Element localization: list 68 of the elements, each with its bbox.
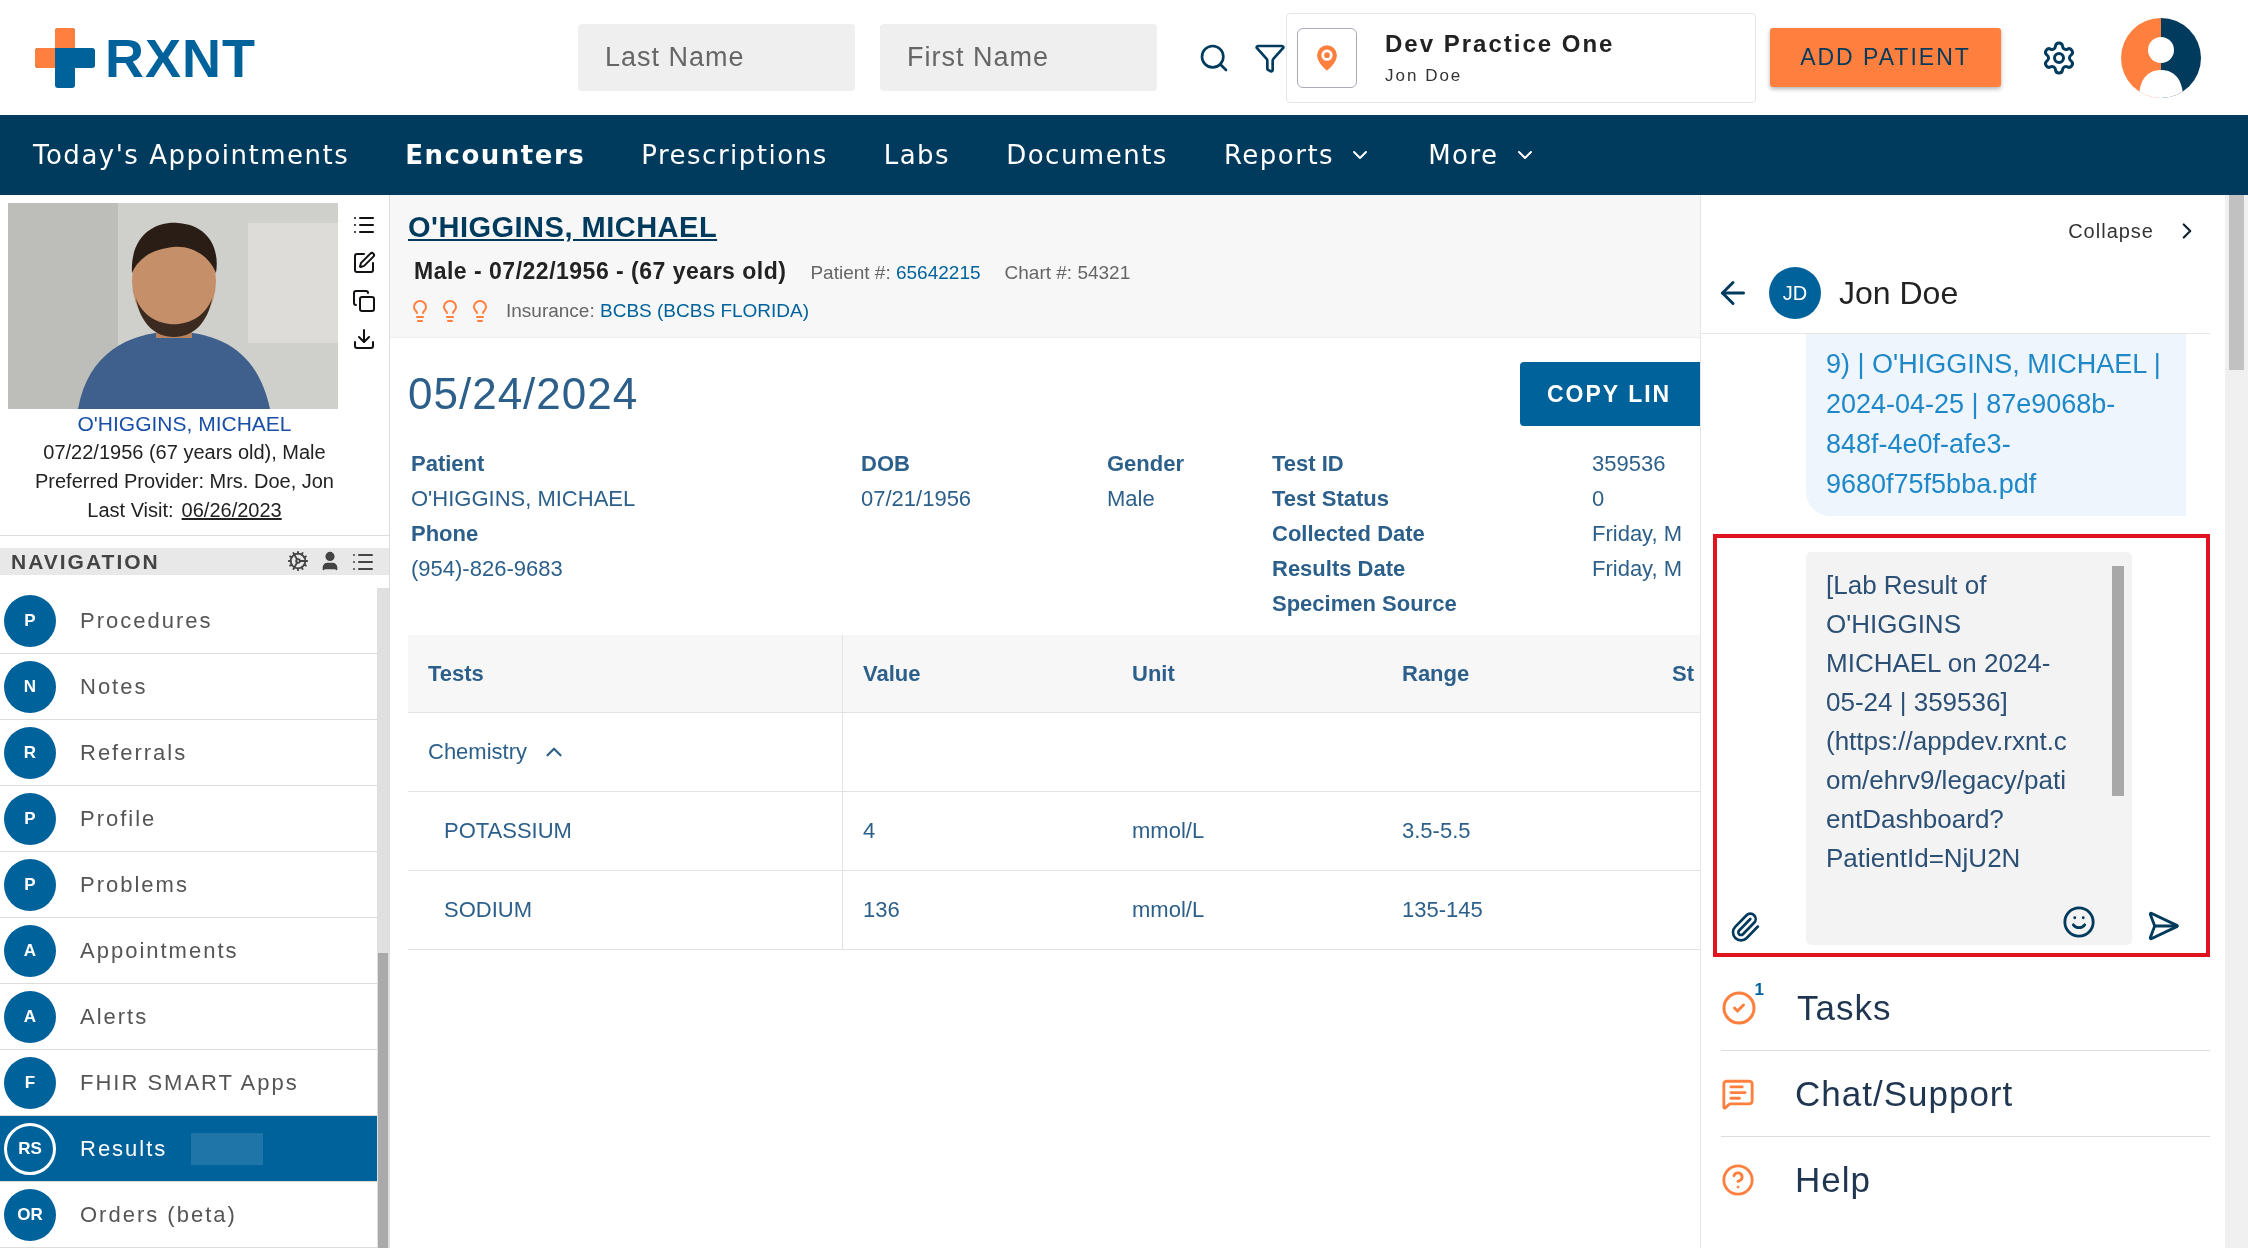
table-cell-text: 3.5-5.5 bbox=[1401, 817, 1472, 845]
navigation-title: NAVIGATION bbox=[11, 549, 160, 574]
table-cell-text: 135-145 bbox=[1401, 896, 1484, 924]
column-header: Value bbox=[842, 635, 1112, 712]
table-cell: 4 bbox=[842, 792, 1112, 870]
field-value: O'HIGGINS, MICHAEL bbox=[411, 485, 637, 513]
menu-tab[interactable]: More bbox=[1428, 140, 1537, 170]
field-value: (954)-826-9683 bbox=[411, 555, 564, 583]
column-header: Tests bbox=[427, 659, 485, 688]
field-label: Results Date bbox=[1272, 555, 1407, 583]
menu-tab[interactable]: Encounters bbox=[405, 140, 586, 170]
practice-user: Jon Doe bbox=[1385, 65, 1464, 86]
practice-selector[interactable]: Dev Practice One Jon Doe bbox=[1286, 12, 1756, 103]
column-header: St bbox=[1671, 659, 1695, 688]
chart-number: Chart #: 54321 bbox=[1004, 262, 1131, 284]
panel-link[interactable]: Chat/Support bbox=[1721, 1051, 2210, 1137]
patient-details: 07/22/1956 (67 years old), Male bbox=[42, 440, 327, 465]
patient-summary: Male - 07/22/1956 - (67 years old) bbox=[414, 258, 787, 285]
table-cell-text: mmol/L bbox=[1131, 896, 1206, 924]
table-cell-text: SODIUM bbox=[443, 896, 533, 924]
navigation-item[interactable]: RS Results bbox=[0, 1116, 378, 1182]
panel-link[interactable]: Help bbox=[1721, 1137, 2210, 1223]
contact-avatar: JD bbox=[1769, 267, 1821, 319]
field-value: Friday, M bbox=[1592, 520, 1684, 548]
insurance: Insurance: BCBS (BCBS FLORIDA) bbox=[506, 300, 810, 322]
table-cell-text: mmol/L bbox=[1131, 817, 1206, 845]
column-header: Range bbox=[1401, 659, 1471, 688]
last-visit-label: Last Visit: bbox=[87, 499, 174, 521]
result-date: 05/24/2024 bbox=[408, 369, 639, 419]
panel-link[interactable]: 1 Tasks bbox=[1721, 965, 2210, 1051]
table-cell: 136 bbox=[842, 871, 1112, 949]
practice-name: Dev Practice One bbox=[1385, 29, 1615, 58]
field-label: Test Status bbox=[1272, 485, 1390, 513]
menu-tab[interactable]: Today's Appointments bbox=[33, 140, 350, 170]
logo-text: RXNT bbox=[105, 26, 256, 89]
field-value: 359536 bbox=[1592, 450, 1667, 478]
patient-name: O'HIGGINS, MICHAEL bbox=[76, 411, 293, 437]
field-value: 07/21/1956 bbox=[861, 485, 973, 513]
field-label: Gender bbox=[1107, 450, 1186, 478]
menu-tab[interactable]: Labs bbox=[883, 140, 951, 170]
patient-number: Patient #: 65642215 bbox=[810, 262, 981, 284]
field-label: Patient bbox=[411, 450, 486, 478]
field-value: 0 bbox=[1592, 485, 1606, 513]
field-label: Test ID bbox=[1272, 450, 1345, 478]
first-name-field[interactable]: First Name bbox=[880, 24, 1157, 91]
field-label: DOB bbox=[861, 450, 911, 478]
field-label: Phone bbox=[411, 520, 480, 548]
column-header: Unit bbox=[1131, 659, 1176, 688]
field-label: Collected Date bbox=[1272, 520, 1426, 548]
task-count: 1 bbox=[1754, 979, 1765, 1000]
message-input[interactable]: [Lab Result of O'HIGGINS MICHAEL on 2024-05-24 | 359536](https://appdev.rxnt.com/ehrv9/legacy/patientDashboard?PatientId=NjU2N bbox=[1806, 552, 2132, 945]
chat-message: 9) | O'HIGGINS, MICHAEL | 2024-04-25 | 87e9068b-848f-4e0f-afe3-9680f75f5bba.pdf bbox=[1806, 334, 2186, 516]
field-label: Specimen Source bbox=[1272, 590, 1458, 618]
contact-name: Jon Doe bbox=[1839, 274, 1959, 312]
group-toggle[interactable]: Chemistry bbox=[428, 739, 567, 765]
menu-tab[interactable]: Reports bbox=[1223, 140, 1373, 170]
field-value: Male bbox=[1107, 485, 1156, 513]
patient-name-link[interactable]: O'HIGGINS, MICHAEL bbox=[408, 211, 718, 243]
preferred-provider: Preferred Provider: Mrs. Doe, Jon bbox=[34, 469, 335, 494]
last-visit-link[interactable]: 06/26/2023 bbox=[181, 499, 282, 521]
collapse-link[interactable]: Collapse bbox=[2068, 219, 2154, 243]
table-cell-text: POTASSIUM bbox=[443, 817, 573, 845]
add-patient-button[interactable]: ADD PATIENT bbox=[1770, 28, 2001, 87]
field-value: Friday, M bbox=[1592, 555, 1684, 583]
menu-tab[interactable]: Prescriptions bbox=[641, 140, 828, 170]
menu-tab[interactable]: Documents bbox=[1006, 140, 1168, 170]
copy-link-button[interactable]: COPY LIN bbox=[1520, 362, 1700, 426]
last-name-field[interactable]: Last Name bbox=[578, 24, 855, 91]
